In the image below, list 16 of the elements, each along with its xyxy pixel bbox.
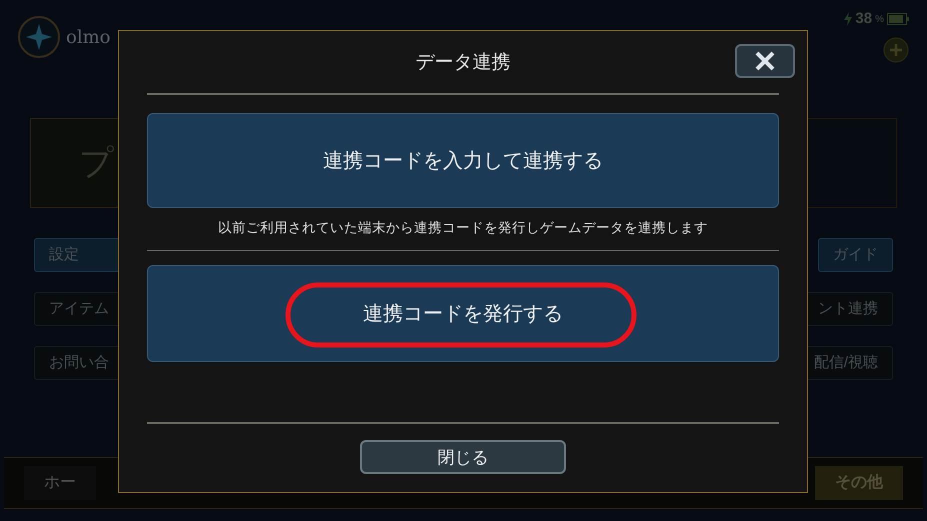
battery-unit: % bbox=[875, 12, 884, 27]
dialog-title: データ連携 bbox=[416, 50, 510, 75]
issue-code-button[interactable]: 連携コードを発行する bbox=[147, 265, 779, 362]
plus-icon[interactable] bbox=[883, 36, 909, 62]
battery-percent: 38 bbox=[855, 9, 872, 29]
menu-item[interactable]: ガイド bbox=[818, 238, 893, 272]
avatar-emblem-icon[interactable] bbox=[18, 16, 60, 58]
nav-tab[interactable]: ホー bbox=[24, 466, 96, 500]
charging-icon bbox=[844, 12, 852, 26]
close-dialog-button[interactable]: 閉じる bbox=[360, 440, 566, 474]
player-name: olmo bbox=[66, 26, 110, 50]
close-button[interactable] bbox=[735, 44, 795, 78]
enter-code-button[interactable]: 連携コードを入力して連携する bbox=[147, 113, 779, 208]
description-text: 以前ご利用されていた端末から連携コードを発行しゲームデータを連携します bbox=[218, 219, 708, 237]
close-icon bbox=[754, 50, 776, 72]
battery-icon bbox=[887, 13, 909, 26]
